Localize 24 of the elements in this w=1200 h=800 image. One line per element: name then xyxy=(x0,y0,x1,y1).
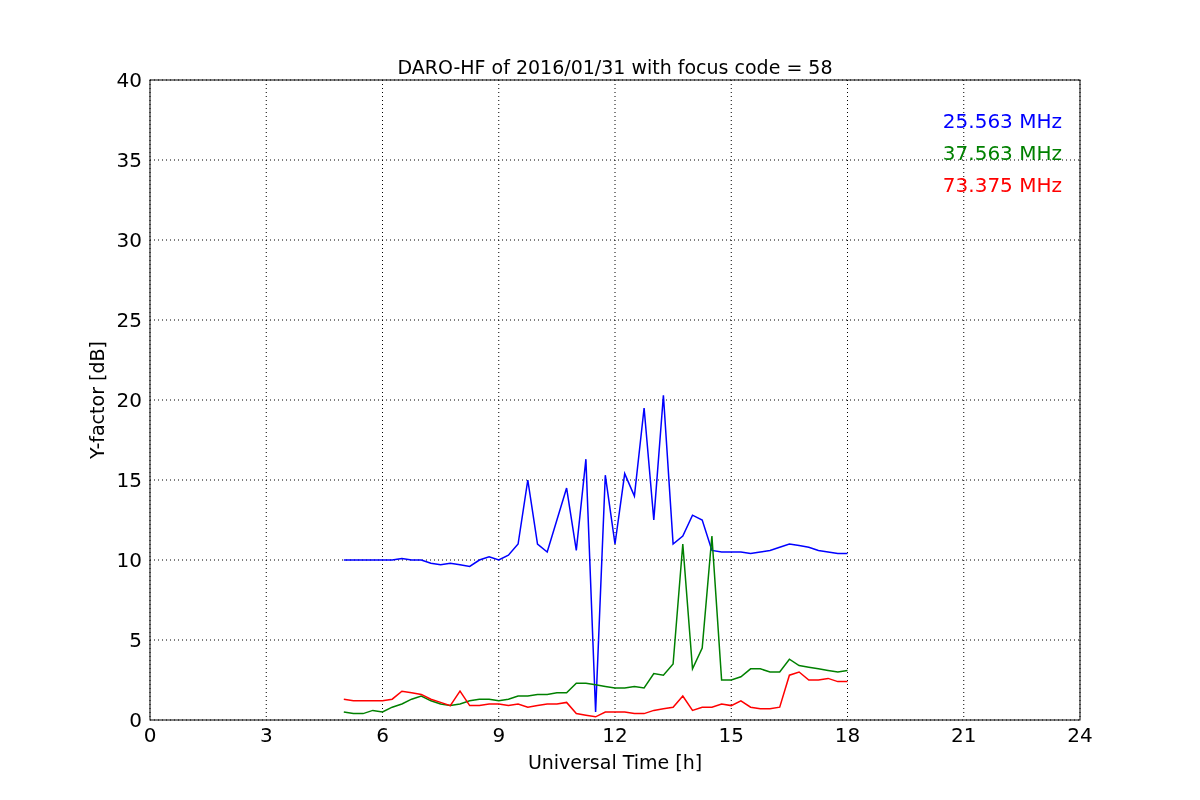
y-tick-label: 30 xyxy=(116,228,142,252)
x-tick-label: 9 xyxy=(492,723,506,747)
y-tick-label: 15 xyxy=(116,468,142,492)
x-axis-label: Universal Time [h] xyxy=(527,751,703,773)
x-tick-label: 18 xyxy=(834,723,861,747)
x-tick-label: 12 xyxy=(602,723,628,747)
x-tick-label: 3 xyxy=(259,723,273,747)
y-axis-label: Y-factor [dB] xyxy=(86,341,108,459)
x-tick-label: 24 xyxy=(1067,723,1093,747)
chart-title: DARO-HF of 2016/01/31 with focus code = 58 xyxy=(397,56,833,78)
y-tick-label: 5 xyxy=(129,628,142,652)
x-tick-label: 6 xyxy=(376,723,389,747)
legend-label: 25.563 MHz xyxy=(942,109,1062,133)
y-tick-label: 0 xyxy=(129,708,142,732)
y-tick-label: 40 xyxy=(116,68,142,92)
x-tick-label: 15 xyxy=(718,723,744,747)
x-tick-label: 21 xyxy=(951,723,977,747)
legend-label: 37.563 MHz xyxy=(942,141,1062,165)
y-tick-label: 35 xyxy=(116,148,142,172)
x-tick-label: 0 xyxy=(143,723,157,747)
legend-label: 73.375 MHz xyxy=(942,173,1062,197)
y-tick-label: 25 xyxy=(116,308,142,332)
y-tick-label: 20 xyxy=(116,388,142,412)
y-tick-label: 10 xyxy=(116,548,142,572)
